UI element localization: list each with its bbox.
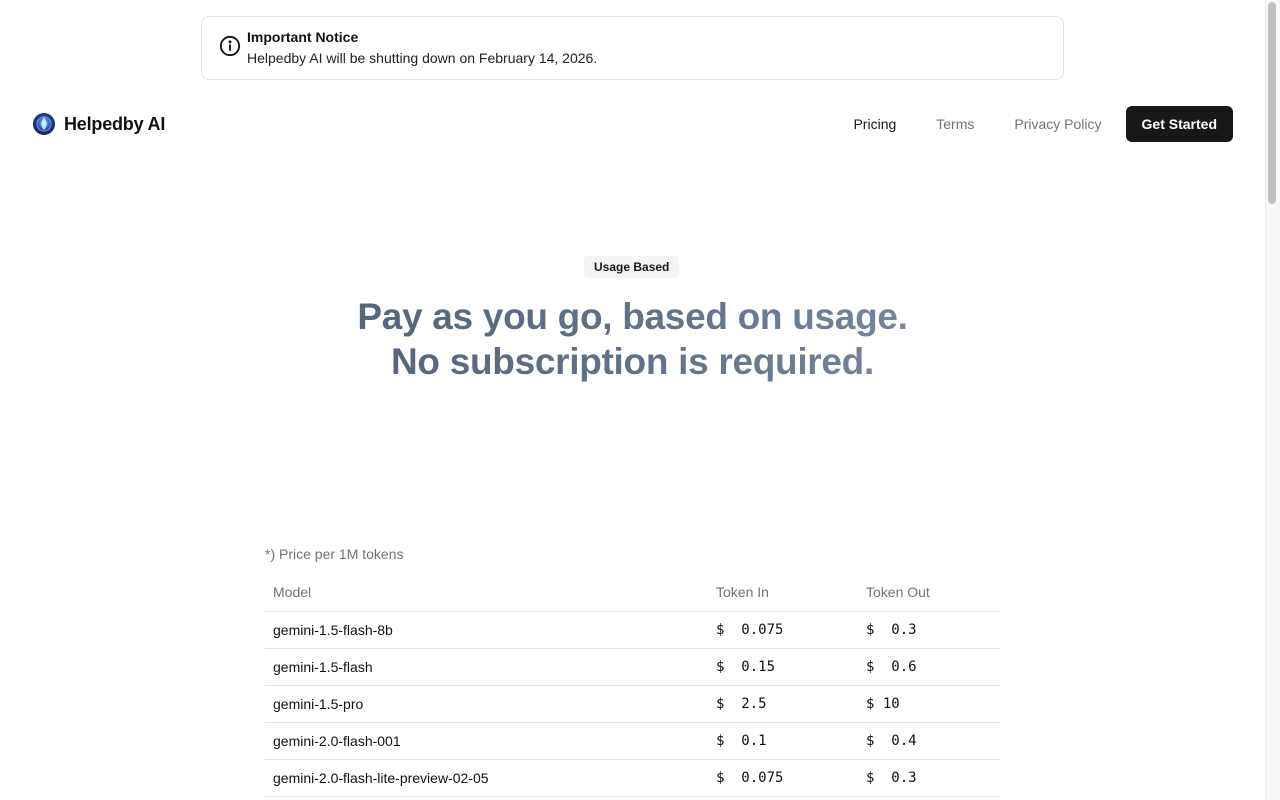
- token-in-cell: $ 0.15: [708, 648, 858, 686]
- column-header-token-out: Token Out: [858, 574, 1000, 612]
- brand-name: Helpedby AI: [64, 113, 166, 134]
- get-started-button[interactable]: Get Started: [1125, 106, 1233, 142]
- column-header-model: Model: [265, 574, 708, 612]
- model-cell: gemini-1.5-pro: [265, 685, 708, 723]
- table-row: gemini-2.0-flash-lite-preview-02-05 $ 0.0…: [265, 759, 1000, 797]
- model-cell: gemini-2.0-flash-001: [265, 722, 708, 760]
- token-out-price: $ 0.4: [866, 733, 917, 749]
- token-in-price: $ 0.075: [716, 770, 784, 786]
- main-nav: Pricing Terms Privacy Policy Get Started: [837, 106, 1233, 142]
- nav-link-terms[interactable]: Terms: [920, 106, 974, 142]
- pricing-table: Model Token In Token Out gemini-1.5-flas…: [265, 574, 1000, 797]
- page-scrollbar[interactable]: [1265, 0, 1280, 800]
- table-row: gemini-1.5-flash-8b $ 0.075 $ 0.3: [265, 611, 1000, 649]
- column-header-token-in: Token In: [708, 574, 858, 612]
- table-header-row: Model Token In Token Out: [265, 574, 1000, 612]
- table-row: gemini-1.5-flash $ 0.15 $ 0.6: [265, 648, 1000, 686]
- token-out-price: $ 0.3: [866, 770, 917, 786]
- model-cell: gemini-2.0-flash-lite-preview-02-05: [265, 759, 708, 797]
- table-row: gemini-1.5-pro $ 2.5 $ 10: [265, 685, 1000, 723]
- notice-message: Helpedby AI will be shutting down on Feb…: [247, 50, 598, 66]
- token-in-cell: $ 0.075: [708, 611, 858, 649]
- token-in-price: $ 2.5: [716, 696, 767, 712]
- model-cell: gemini-1.5-flash-8b: [265, 611, 708, 649]
- brand-home-link[interactable]: Helpedby AI: [32, 111, 165, 137]
- token-out-price: $ 10: [866, 696, 900, 712]
- pricing-table-body: gemini-1.5-flash-8b $ 0.075 $ 0.3 gemini-1.…: [265, 611, 1000, 797]
- token-out-cell: $ 0.4: [858, 722, 1000, 760]
- token-out-cell: $ 0.6: [858, 648, 1000, 686]
- token-in-price: $ 0.15: [716, 659, 776, 675]
- table-row: gemini-2.0-flash-001 $ 0.1 $ 0.4: [265, 722, 1000, 760]
- token-out-cell: $ 10: [858, 685, 1000, 723]
- hero-line-2: No subscription is required.: [391, 341, 874, 382]
- price-note: *) Price per 1M tokens: [265, 546, 404, 562]
- token-in-price: $ 0.075: [716, 622, 784, 638]
- token-in-cell: $ 0.1: [708, 722, 858, 760]
- token-out-cell: $ 0.3: [858, 611, 1000, 649]
- token-out-price: $ 0.3: [866, 622, 917, 638]
- token-in-cell: $ 2.5: [708, 685, 858, 723]
- nav-link-pricing[interactable]: Pricing: [837, 106, 896, 142]
- token-in-price: $ 0.1: [716, 733, 767, 749]
- token-in-cell: $ 0.075: [708, 759, 858, 797]
- hero-heading: Pay as you go, based on usage. No subscr…: [0, 294, 1265, 384]
- usage-based-badge: Usage Based: [584, 256, 680, 278]
- hero-line-1: Pay as you go, based on usage.: [357, 296, 908, 337]
- important-notice-banner: Important Notice Helpedby AI will be shu…: [201, 16, 1064, 80]
- notice-title: Important Notice: [247, 29, 359, 45]
- token-out-cell: $ 0.3: [858, 759, 1000, 797]
- model-cell: gemini-1.5-flash: [265, 648, 708, 686]
- helpedby-logo-icon: [33, 113, 55, 135]
- scrollbar-thumb[interactable]: [1268, 2, 1276, 204]
- nav-link-privacy-policy[interactable]: Privacy Policy: [998, 106, 1101, 142]
- token-out-price: $ 0.6: [866, 659, 917, 675]
- info-icon: [219, 35, 241, 57]
